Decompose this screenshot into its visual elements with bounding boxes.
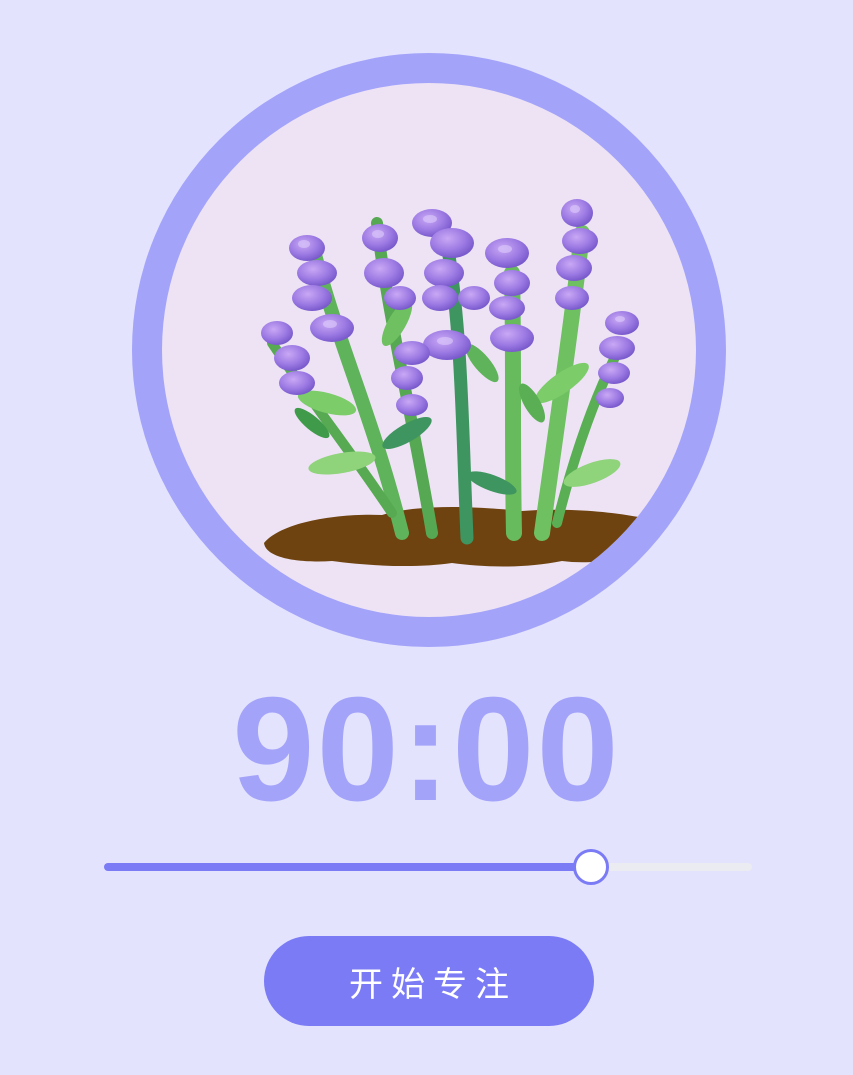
slider-thumb[interactable] bbox=[573, 849, 610, 885]
plant-progress-ring bbox=[132, 53, 726, 647]
plant-illustration-disc bbox=[162, 83, 696, 617]
slider-fill bbox=[104, 863, 592, 871]
duration-slider[interactable] bbox=[104, 848, 752, 886]
countdown-timer: 90:00 bbox=[232, 667, 621, 832]
slider-track[interactable] bbox=[104, 863, 752, 871]
lavender-plant-icon bbox=[261, 199, 670, 567]
start-focus-button[interactable]: 开始专注 bbox=[264, 936, 594, 1026]
focus-timer-screen: 90:00 开始专注 bbox=[0, 0, 853, 1075]
